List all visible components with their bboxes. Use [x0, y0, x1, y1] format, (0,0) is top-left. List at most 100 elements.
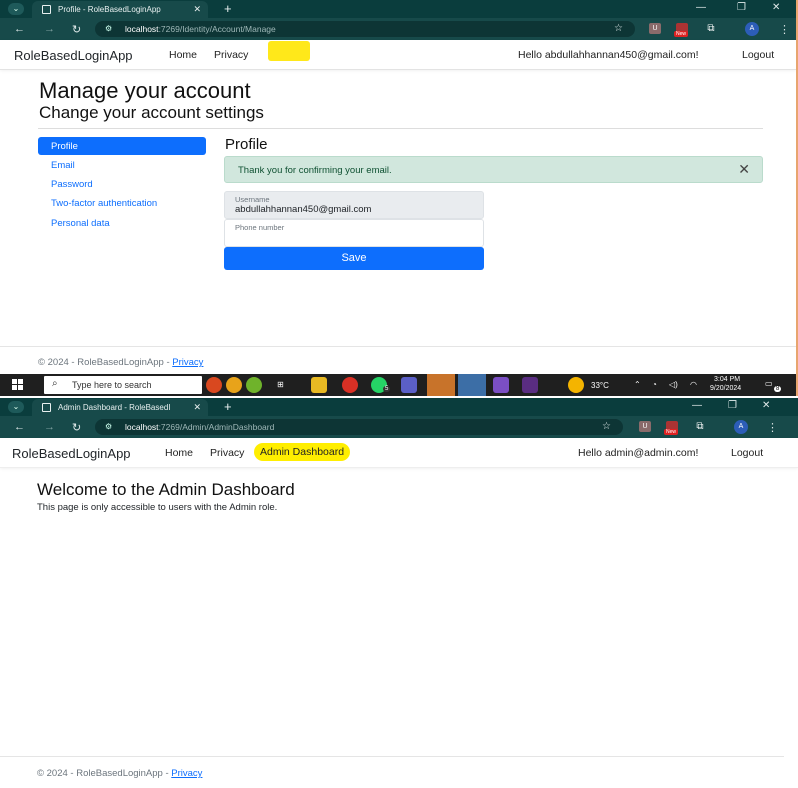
windows-start-icon[interactable] — [12, 379, 24, 391]
nav-admin-dashboard[interactable]: Admin Dashboard — [254, 443, 351, 461]
tab-close-icon[interactable]: ✕ — [193, 402, 201, 413]
fruit-widget-icon-2[interactable] — [226, 377, 242, 393]
minimize-icon[interactable]: — — [696, 2, 706, 13]
alert-close-icon[interactable]: ✕ — [738, 161, 750, 178]
visual-studio-icon[interactable] — [493, 377, 509, 393]
browser-tab[interactable]: Profile - RoleBasedLoginApp ✕ — [32, 1, 208, 18]
notification-icon[interactable]: ▭ — [765, 379, 773, 388]
browser-tab-strip: ⌄ Admin Dashboard - RoleBasedI ✕ + — ❐ ✕ — [0, 398, 798, 416]
reload-icon[interactable]: ↻ — [72, 421, 81, 434]
browser-tab[interactable]: Admin Dashboard - RoleBasedI ✕ — [32, 399, 208, 416]
task-view-icon[interactable]: ⊞ — [277, 380, 284, 389]
address-bar-row: ← → ↻ ⚙ localhost:7269/Admin/AdminDashbo… — [0, 416, 798, 438]
site-info-icon[interactable]: ⚙ — [105, 24, 112, 33]
new-tab-icon[interactable]: + — [224, 1, 232, 16]
notification-count: 8 — [774, 386, 782, 392]
restore-icon[interactable]: ❐ — [737, 2, 746, 13]
bookmark-star-icon[interactable]: ☆ — [602, 421, 611, 432]
extension-u-icon[interactable]: U — [639, 421, 651, 432]
tab-title: Profile - RoleBasedLoginApp — [58, 5, 161, 14]
terminal-icon[interactable] — [522, 377, 538, 393]
teams-icon[interactable] — [401, 377, 417, 393]
site-brand[interactable]: RoleBasedLoginApp — [14, 48, 133, 63]
nav-greeting[interactable]: Hello abdullahhannan450@gmail.com! — [518, 49, 699, 61]
new-tab-icon[interactable]: + — [224, 399, 232, 414]
page-title: Welcome to the Admin Dashboard — [37, 480, 295, 499]
nav-home[interactable]: Home — [165, 447, 193, 459]
bookmark-star-icon[interactable]: ☆ — [614, 23, 623, 34]
menu-email[interactable]: Email — [38, 156, 206, 174]
new-badge: New — [664, 429, 679, 435]
nav-privacy[interactable]: Privacy — [210, 447, 244, 459]
reload-icon[interactable]: ↻ — [72, 23, 81, 36]
fruit-widget-icon[interactable] — [206, 377, 222, 393]
taskbar-search-input[interactable]: ⌕ Type here to search — [44, 376, 202, 394]
nav-logout[interactable]: Logout — [731, 447, 763, 459]
clock-time[interactable]: 3:04 PM — [714, 376, 740, 383]
extension-u-icon[interactable]: U — [649, 23, 661, 34]
address-bar-row: ← → ↻ ⚙ localhost:7269/Identity/Account/… — [0, 18, 796, 40]
menu-password[interactable]: Password — [38, 175, 206, 193]
url-input[interactable]: ⚙ localhost:7269/Identity/Account/Manage… — [95, 21, 635, 37]
url-path: :7269/Admin/AdminDashboard — [158, 422, 275, 432]
page-subtitle: Change your account settings — [39, 103, 264, 122]
highlight-mark — [268, 41, 310, 61]
tab-close-icon[interactable]: ✕ — [193, 4, 201, 15]
forward-icon[interactable]: → — [44, 23, 55, 35]
username-field[interactable]: Username abdullahhannan450@gmail.com — [224, 191, 484, 219]
vscode-icon[interactable] — [427, 374, 455, 396]
close-window-icon[interactable]: ✕ — [762, 400, 770, 411]
temperature-text: 33°C — [591, 381, 609, 390]
nav-logout[interactable]: Logout — [742, 49, 774, 61]
footer-privacy-link[interactable]: Privacy — [172, 357, 203, 368]
menu-personal-data[interactable]: Personal data — [38, 214, 206, 232]
minimize-icon[interactable]: — — [692, 400, 702, 411]
network-icon[interactable]: ◔ — [652, 380, 657, 389]
username-label: Username — [235, 195, 270, 204]
profile-avatar[interactable]: A — [745, 22, 759, 36]
weather-icon[interactable] — [568, 377, 584, 393]
phone-number-field[interactable]: Phone number — [224, 219, 484, 247]
menu-profile[interactable]: Profile — [38, 137, 206, 155]
nav-privacy[interactable]: Privacy — [214, 49, 248, 61]
browser-menu-icon[interactable]: ⋮ — [767, 421, 778, 434]
restore-icon[interactable]: ❐ — [728, 400, 737, 411]
tab-title: Admin Dashboard - RoleBasedI — [58, 403, 171, 412]
username-value: abdullahhannan450@gmail.com — [235, 204, 372, 215]
taskbar-search-placeholder: Type here to search — [72, 380, 152, 390]
chrome-active-icon[interactable] — [458, 374, 486, 396]
back-icon[interactable]: ← — [14, 421, 25, 433]
fruit-widget-icon-3[interactable] — [246, 377, 262, 393]
tab-search-icon[interactable]: ⌄ — [8, 3, 24, 15]
file-explorer-icon[interactable] — [311, 377, 327, 393]
back-icon[interactable]: ← — [14, 23, 25, 35]
url-input[interactable]: ⚙ localhost:7269/Admin/AdminDashboard ☆ — [95, 419, 623, 435]
footer-privacy-link[interactable]: Privacy — [171, 768, 202, 779]
tab-search-icon[interactable]: ⌄ — [8, 401, 24, 413]
site-info-icon[interactable]: ⚙ — [105, 422, 112, 431]
whatsapp-badge: 5 — [383, 386, 391, 392]
chrome-icon[interactable] — [342, 377, 358, 393]
close-window-icon[interactable]: ✕ — [772, 2, 780, 13]
search-icon: ⌕ — [52, 378, 58, 389]
save-button[interactable]: Save — [224, 247, 484, 270]
windows-taskbar: ⌕ Type here to search ⊞ 5 33°C ⌃ ◔ ◁) ◠ … — [0, 374, 796, 396]
nav-greeting[interactable]: Hello admin@admin.com! — [578, 447, 698, 459]
site-brand[interactable]: RoleBasedLoginApp — [12, 446, 131, 461]
site-navbar: RoleBasedLoginApp Home Privacy Admin Das… — [0, 438, 798, 468]
clock-date[interactable]: 9/20/2024 — [710, 385, 741, 392]
forward-icon[interactable]: → — [44, 421, 55, 433]
browser-menu-icon[interactable]: ⋮ — [779, 23, 790, 36]
footer: © 2024 - RoleBasedLoginApp - Privacy — [0, 756, 784, 788]
nav-home[interactable]: Home — [169, 49, 197, 61]
admin-dashboard-screenshot: ⌄ Admin Dashboard - RoleBasedI ✕ + — ❐ ✕… — [0, 398, 798, 788]
volume-icon[interactable]: ◁) — [669, 380, 678, 389]
extensions-puzzle-icon[interactable]: ⧉ — [694, 421, 706, 432]
footer-text: © 2024 - RoleBasedLoginApp - — [37, 768, 172, 779]
menu-two-factor[interactable]: Two-factor authentication — [38, 194, 206, 212]
system-tray-chevron-icon[interactable]: ⌃ — [634, 380, 641, 389]
profile-avatar[interactable]: A — [734, 420, 748, 434]
extensions-puzzle-icon[interactable]: ⧉ — [705, 23, 717, 34]
wifi-icon[interactable]: ◠ — [690, 380, 697, 389]
footer: © 2024 - RoleBasedLoginApp - Privacy — [0, 346, 796, 374]
